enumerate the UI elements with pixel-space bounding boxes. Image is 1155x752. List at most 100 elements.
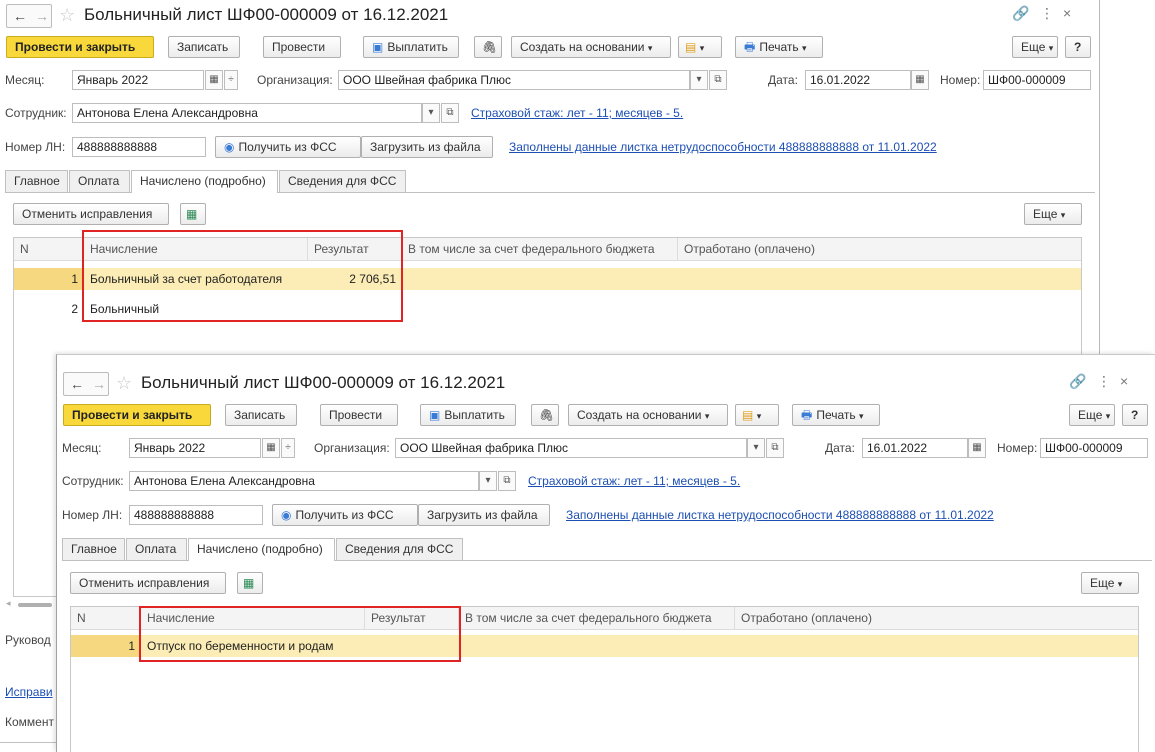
month-label: Месяц: [5, 73, 45, 87]
calendar-icon[interactable]: ▦ [205, 70, 223, 90]
create-based-button[interactable]: Создать на основании ▾ [568, 404, 728, 426]
star-icon[interactable]: ☆ [59, 5, 75, 26]
more-vertical-icon[interactable]: ⋮ [1097, 373, 1111, 390]
arrow-right-icon[interactable]: → [35, 8, 49, 24]
chevron-down-icon: ▾ [1060, 210, 1066, 220]
tab-fss-info[interactable]: Сведения для ФСС [336, 538, 463, 560]
ln-number-field[interactable]: 488888888888 [129, 505, 263, 525]
table-settings-button[interactable]: ▦ [237, 572, 263, 594]
post-and-close-button[interactable]: Провести и закрыть [63, 404, 211, 426]
dropdown-icon[interactable]: ▾ [747, 438, 765, 458]
arrow-left-icon[interactable]: ← [70, 376, 84, 392]
save-button[interactable]: Записать [225, 404, 297, 426]
save-button[interactable]: Записать [168, 36, 240, 58]
dropdown-icon[interactable]: ▾ [690, 70, 708, 90]
attach-button[interactable]: 🖇 [531, 404, 559, 426]
post-button[interactable]: Провести [263, 36, 341, 58]
tab-main[interactable]: Главное [62, 538, 125, 560]
ln-number-field[interactable]: 488888888888 [72, 137, 206, 157]
tab-payment[interactable]: Оплата [69, 170, 130, 192]
pay-button[interactable]: ▣ Выплатить [363, 36, 459, 58]
tab-accrued-detailed[interactable]: Начислено (подробно) [188, 538, 335, 561]
cell-n: 1 [14, 268, 84, 290]
cancel-fixes-button[interactable]: Отменить исправления [13, 203, 169, 225]
create-based-button[interactable]: Создать на основании ▾ [511, 36, 671, 58]
post-and-close-button[interactable]: Провести и закрыть [6, 36, 154, 58]
close-icon[interactable]: × [1120, 373, 1128, 389]
more-button[interactable]: Еще ▾ [1069, 404, 1115, 426]
date-field[interactable]: 16.01.2022 [862, 438, 968, 458]
date-field[interactable]: 16.01.2022 [805, 70, 911, 90]
print-button[interactable]: 🖶 Печать ▾ [792, 404, 880, 426]
employee-field[interactable]: Антонова Елена Александровна [129, 471, 479, 491]
get-from-fss-button[interactable]: ◉ Получить из ФСС [272, 504, 418, 526]
tab-main[interactable]: Главное [5, 170, 68, 192]
column-header-n[interactable]: N [71, 607, 141, 630]
column-header-federal-budget[interactable]: В том числе за счет федерального бюджета [459, 607, 735, 630]
fixes-link[interactable]: Исправи [5, 682, 53, 702]
column-header-worked[interactable]: Отработано (оплачено) [678, 238, 1081, 261]
filled-data-link[interactable]: Заполнены данные листка нетрудоспособнос… [509, 137, 937, 157]
report-button[interactable]: ▤ ▾ [678, 36, 722, 58]
report-button[interactable]: ▤ ▾ [735, 404, 779, 426]
organization-field[interactable]: ООО Швейная фабрика Плюс [338, 70, 690, 90]
open-icon[interactable]: ⧉ [441, 103, 459, 123]
dropdown-icon[interactable]: ▾ [479, 471, 497, 491]
link-icon[interactable]: 🔗 [1012, 5, 1029, 22]
chevron-down-icon: ▾ [647, 43, 653, 53]
tab-accrued-detailed[interactable]: Начислено (подробно) [131, 170, 278, 193]
open-icon[interactable]: ⧉ [498, 471, 516, 491]
get-from-fss-label: Получить из ФСС [238, 140, 337, 154]
calendar-icon[interactable]: ▦ [911, 70, 929, 90]
dropdown-icon[interactable]: ▾ [422, 103, 440, 123]
spinner-icon[interactable]: ÷ [281, 438, 295, 458]
month-field[interactable]: Январь 2022 [72, 70, 204, 90]
arrow-right-icon[interactable]: → [92, 376, 106, 392]
number-label: Номер: [940, 73, 981, 87]
more-vertical-icon[interactable]: ⋮ [1040, 5, 1054, 22]
chevron-down-icon: ▾ [1048, 43, 1054, 53]
filled-data-link[interactable]: Заполнены данные листка нетрудоспособнос… [566, 505, 994, 525]
close-icon[interactable]: × [1063, 5, 1071, 21]
tab-payment[interactable]: Оплата [126, 538, 187, 560]
cancel-fixes-button[interactable]: Отменить исправления [70, 572, 226, 594]
open-icon[interactable]: ⧉ [766, 438, 784, 458]
attach-button[interactable]: 🖇 [474, 36, 502, 58]
month-field[interactable]: Январь 2022 [129, 438, 261, 458]
help-button[interactable]: ? [1065, 36, 1091, 58]
horizontal-scrollbar[interactable]: ◂ [2, 598, 52, 610]
more-label: Еще [1078, 408, 1103, 422]
table-more-button[interactable]: Еще ▾ [1024, 203, 1082, 225]
print-button[interactable]: 🖶 Печать ▾ [735, 36, 823, 58]
column-header-worked[interactable]: Отработано (оплачено) [735, 607, 1138, 630]
pay-button[interactable]: ▣ Выплатить [420, 404, 516, 426]
load-from-file-button[interactable]: Загрузить из файла [418, 504, 550, 526]
link-icon[interactable]: 🔗 [1069, 373, 1086, 390]
more-label: Еще [1021, 40, 1046, 54]
comment-label: Коммент [5, 715, 54, 729]
insurance-experience-link[interactable]: Страховой стаж: лет - 11; месяцев - 5. [471, 103, 683, 123]
column-header-federal-budget[interactable]: В том числе за счет федерального бюджета [402, 238, 678, 261]
column-header-n[interactable]: N [14, 238, 84, 261]
table-settings-button[interactable]: ▦ [180, 203, 206, 225]
calendar-icon[interactable]: ▦ [968, 438, 986, 458]
more-button[interactable]: Еще ▾ [1012, 36, 1058, 58]
open-icon[interactable]: ⧉ [709, 70, 727, 90]
load-from-file-button[interactable]: Загрузить из файла [361, 136, 493, 158]
star-icon[interactable]: ☆ [116, 373, 132, 394]
calendar-icon[interactable]: ▦ [262, 438, 280, 458]
help-button[interactable]: ? [1122, 404, 1148, 426]
number-field[interactable]: ШФ00-000009 [1040, 438, 1148, 458]
printer-icon: 🖶 [744, 40, 756, 54]
table-more-button[interactable]: Еще ▾ [1081, 572, 1139, 594]
tab-fss-info[interactable]: Сведения для ФСС [279, 170, 406, 192]
insurance-experience-link[interactable]: Страховой стаж: лет - 11; месяцев - 5. [528, 471, 740, 491]
spinner-icon[interactable]: ÷ [224, 70, 238, 90]
employee-field[interactable]: Антонова Елена Александровна [72, 103, 422, 123]
cell-n: 2 [71, 302, 78, 316]
post-button[interactable]: Провести [320, 404, 398, 426]
get-from-fss-button[interactable]: ◉ Получить из ФСС [215, 136, 361, 158]
arrow-left-icon[interactable]: ← [13, 8, 27, 24]
number-field[interactable]: ШФ00-000009 [983, 70, 1091, 90]
organization-field[interactable]: ООО Швейная фабрика Плюс [395, 438, 747, 458]
